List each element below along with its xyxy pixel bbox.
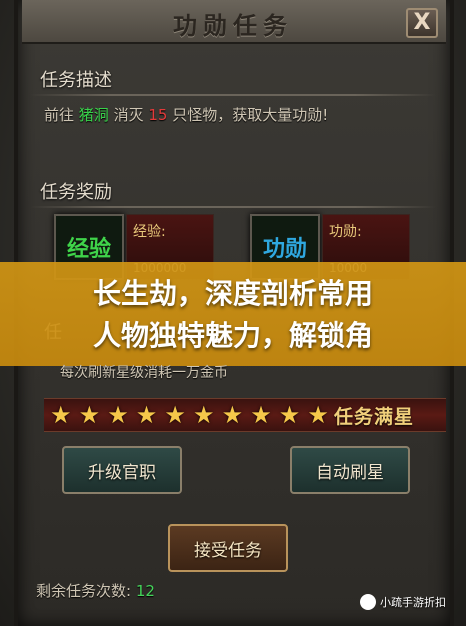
close-icon: X bbox=[413, 10, 431, 35]
star-icon: ★ bbox=[164, 401, 186, 429]
star-icon: ★ bbox=[278, 401, 301, 429]
star-icon: ★ bbox=[78, 401, 101, 429]
divider bbox=[30, 94, 436, 96]
star-icon: ★ bbox=[250, 401, 272, 429]
star-icon: ★ bbox=[107, 401, 129, 429]
watermark: 小疏手游折扣 bbox=[360, 594, 446, 610]
banner-line-2: 人物独特魅力，解锁角 bbox=[92, 319, 373, 352]
star-icon: ★ bbox=[221, 401, 244, 429]
refresh-cost-text: 每次刷新星级消耗一万金币 bbox=[60, 365, 228, 381]
remaining-value: 12 bbox=[135, 582, 155, 600]
task-reward-heading: 任务奖励 bbox=[40, 182, 112, 203]
watermark-text: 小疏手游折扣 bbox=[380, 596, 446, 609]
task-description-heading: 任务描述 bbox=[40, 70, 112, 91]
close-button[interactable]: X bbox=[406, 8, 438, 38]
remaining-label: 剩余任务次数: bbox=[36, 582, 132, 600]
remaining-count: 剩余任务次数: 12 bbox=[36, 580, 155, 601]
desc-count: 15 bbox=[148, 106, 168, 124]
divider bbox=[30, 206, 436, 208]
star-icon: ★ bbox=[50, 401, 72, 429]
star-icon: ★ bbox=[135, 401, 158, 429]
banner-line-1: 长生劫，深度剖析常用 bbox=[92, 277, 373, 310]
task-description-text: 前往 猪洞 消灭 15 只怪物，获取大量功勋! bbox=[44, 104, 328, 125]
desc-action: 消灭 bbox=[113, 106, 144, 124]
merit-reward-label: 功勋: bbox=[329, 224, 362, 240]
dialog-title: 功勋任务 bbox=[173, 11, 293, 40]
desc-suffix: 只怪物，获取大量功勋! bbox=[172, 106, 329, 124]
overlay-banner: 长生劫，深度剖析常用 人物独特魅力，解锁角 bbox=[0, 262, 466, 366]
exp-icon: 经验 bbox=[66, 236, 111, 262]
accept-task-button[interactable]: 接受任务 bbox=[168, 524, 288, 572]
star-icon: ★ bbox=[193, 401, 215, 429]
desc-prefix: 前往 bbox=[44, 106, 75, 124]
star-rating-label: 任务满星 bbox=[334, 406, 415, 428]
exp-reward-label: 经验: bbox=[133, 224, 166, 240]
desc-place: 猪洞 bbox=[78, 106, 109, 124]
auto-refresh-stars-button[interactable]: 自动刷星 bbox=[290, 446, 410, 494]
upgrade-rank-button[interactable]: 升级官职 bbox=[62, 446, 182, 494]
merit-icon: 功勋 bbox=[262, 236, 307, 262]
wechat-icon bbox=[360, 594, 376, 610]
star-icon: ★ bbox=[307, 401, 329, 429]
